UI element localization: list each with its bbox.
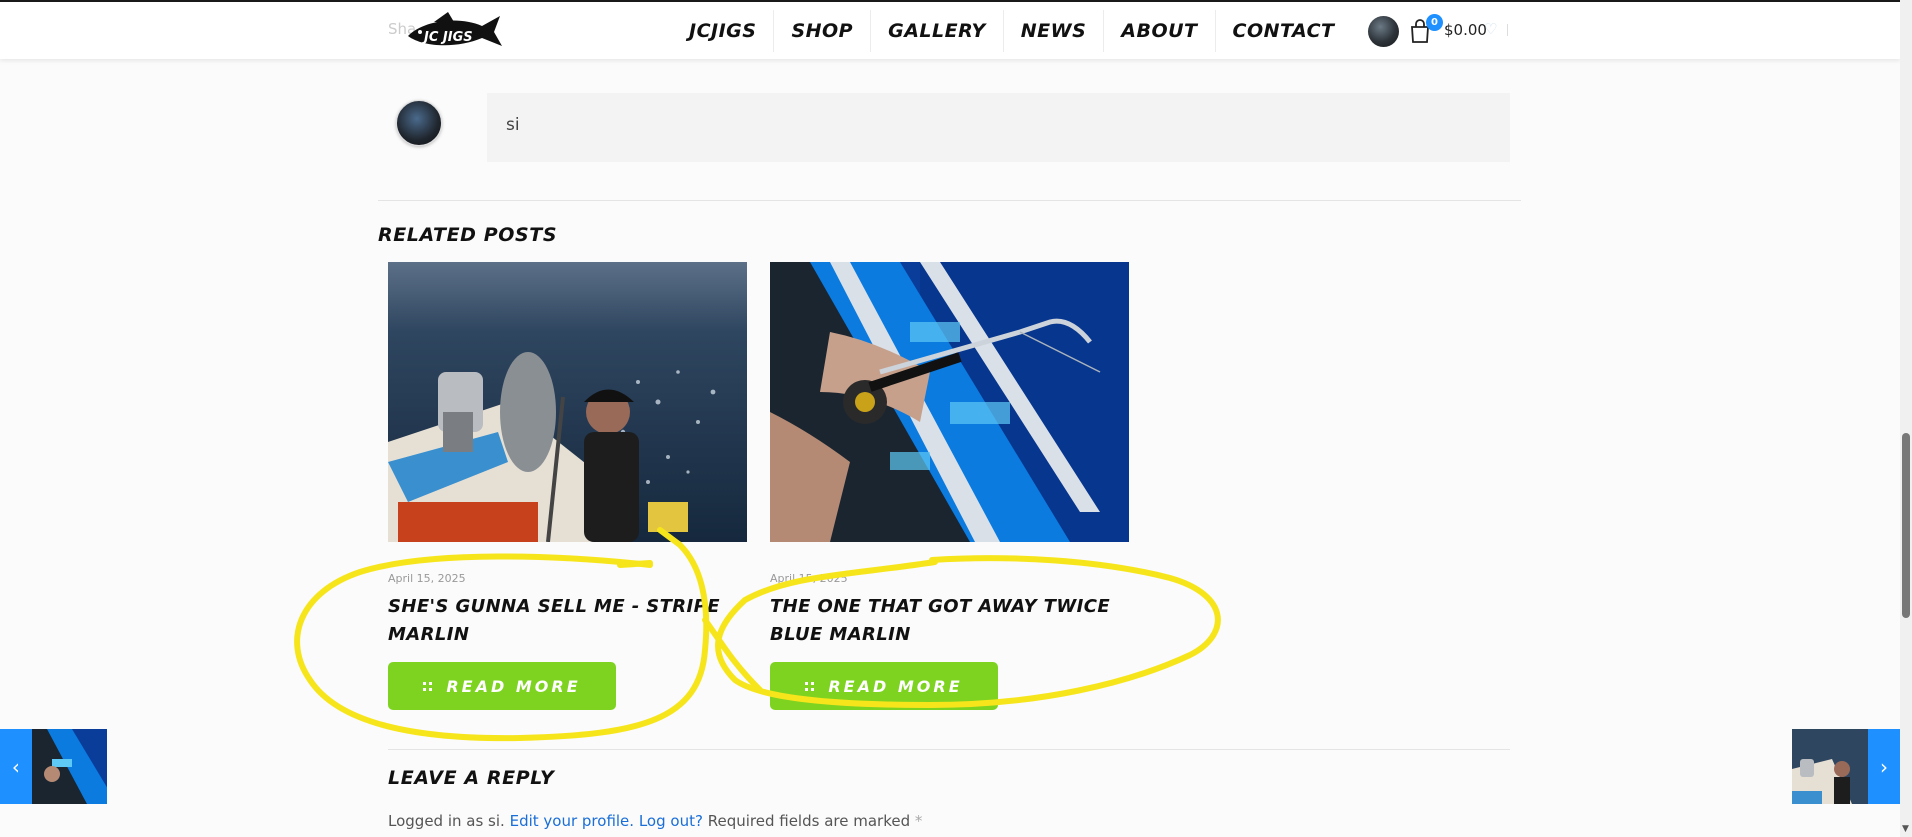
logout-link[interactable]: Log out? — [639, 812, 703, 830]
previous-post-thumbnail[interactable] — [31, 729, 107, 804]
wishlist-heart-icon[interactable]: ♡ — [1484, 20, 1497, 38]
user-avatar[interactable] — [1368, 16, 1399, 47]
required-asterisk: * — [914, 812, 923, 830]
logged-in-notice: Logged in as si. Edit your profile. Log … — [388, 812, 922, 830]
comment-bubble — [487, 93, 1510, 162]
nav-contact[interactable]: CONTACT — [1214, 10, 1352, 52]
post-title-link[interactable]: SHE'S GUNNA SELL ME - STRIPE MARLIN — [388, 593, 748, 649]
leave-reply-title: Leave a Reply — [388, 767, 555, 789]
header-divider — [1507, 24, 1508, 36]
read-more-label: READ MORE — [446, 676, 581, 696]
cart-count-badge: 0 — [1426, 14, 1443, 31]
nav-shop[interactable]: SHOP — [773, 10, 870, 52]
grid-dots-icon — [423, 681, 433, 691]
previous-post-nav[interactable]: ‹ — [0, 729, 107, 804]
next-post-nav[interactable]: › — [1792, 729, 1900, 804]
scrollbar-thumb[interactable] — [1902, 433, 1910, 618]
next-post-thumbnail[interactable] — [1792, 729, 1868, 804]
main-nav: JCJIGS SHOP GALLERY NEWS ABOUT CONTACT — [672, 10, 1352, 52]
post-thumbnail-stripe-marlin[interactable] — [388, 262, 747, 542]
scroll-down-arrow-icon[interactable]: ▼ — [1902, 824, 1909, 834]
cart-total[interactable]: $0.00 — [1444, 21, 1487, 39]
svg-text:JC JIGS: JC JIGS — [421, 30, 473, 45]
read-more-button[interactable]: READ MORE — [388, 662, 616, 710]
site-header: Sha JC JIGS JCJIGS SHOP GALLERY NEWS ABO… — [0, 2, 1900, 59]
related-posts-title: Related posts — [378, 224, 558, 246]
comment-text: si — [506, 115, 520, 135]
grid-dots-icon — [805, 681, 815, 691]
nav-jcjigs[interactable]: JCJIGS — [672, 10, 773, 52]
nav-gallery[interactable]: GALLERY — [870, 10, 1003, 52]
comment-avatar — [396, 100, 442, 146]
logged-in-text: Logged in as si. — [388, 812, 505, 830]
page-scrollbar[interactable]: ▼ — [1900, 0, 1912, 837]
section-divider — [378, 200, 1521, 201]
post-date: April 15, 2025 — [770, 572, 848, 585]
post-title-link[interactable]: THE ONE THAT GOT AWAY TWICE BLUE MARLIN — [770, 593, 1130, 649]
nav-about[interactable]: ABOUT — [1103, 10, 1214, 52]
chevron-right-icon[interactable]: › — [1868, 729, 1900, 804]
chevron-left-icon[interactable]: ‹ — [0, 729, 32, 804]
jcjigs-logo[interactable]: JC JIGS — [404, 10, 504, 52]
nav-news[interactable]: NEWS — [1002, 10, 1104, 52]
edit-profile-link[interactable]: Edit your profile. — [510, 812, 634, 830]
required-fields-text: Required fields are marked — [707, 812, 911, 830]
post-date: April 15, 2025 — [388, 572, 466, 585]
post-thumbnail-blue-marlin[interactable] — [770, 262, 1129, 542]
read-more-button[interactable]: READ MORE — [770, 662, 998, 710]
read-more-label: READ MORE — [828, 676, 963, 696]
section-divider — [388, 749, 1510, 750]
